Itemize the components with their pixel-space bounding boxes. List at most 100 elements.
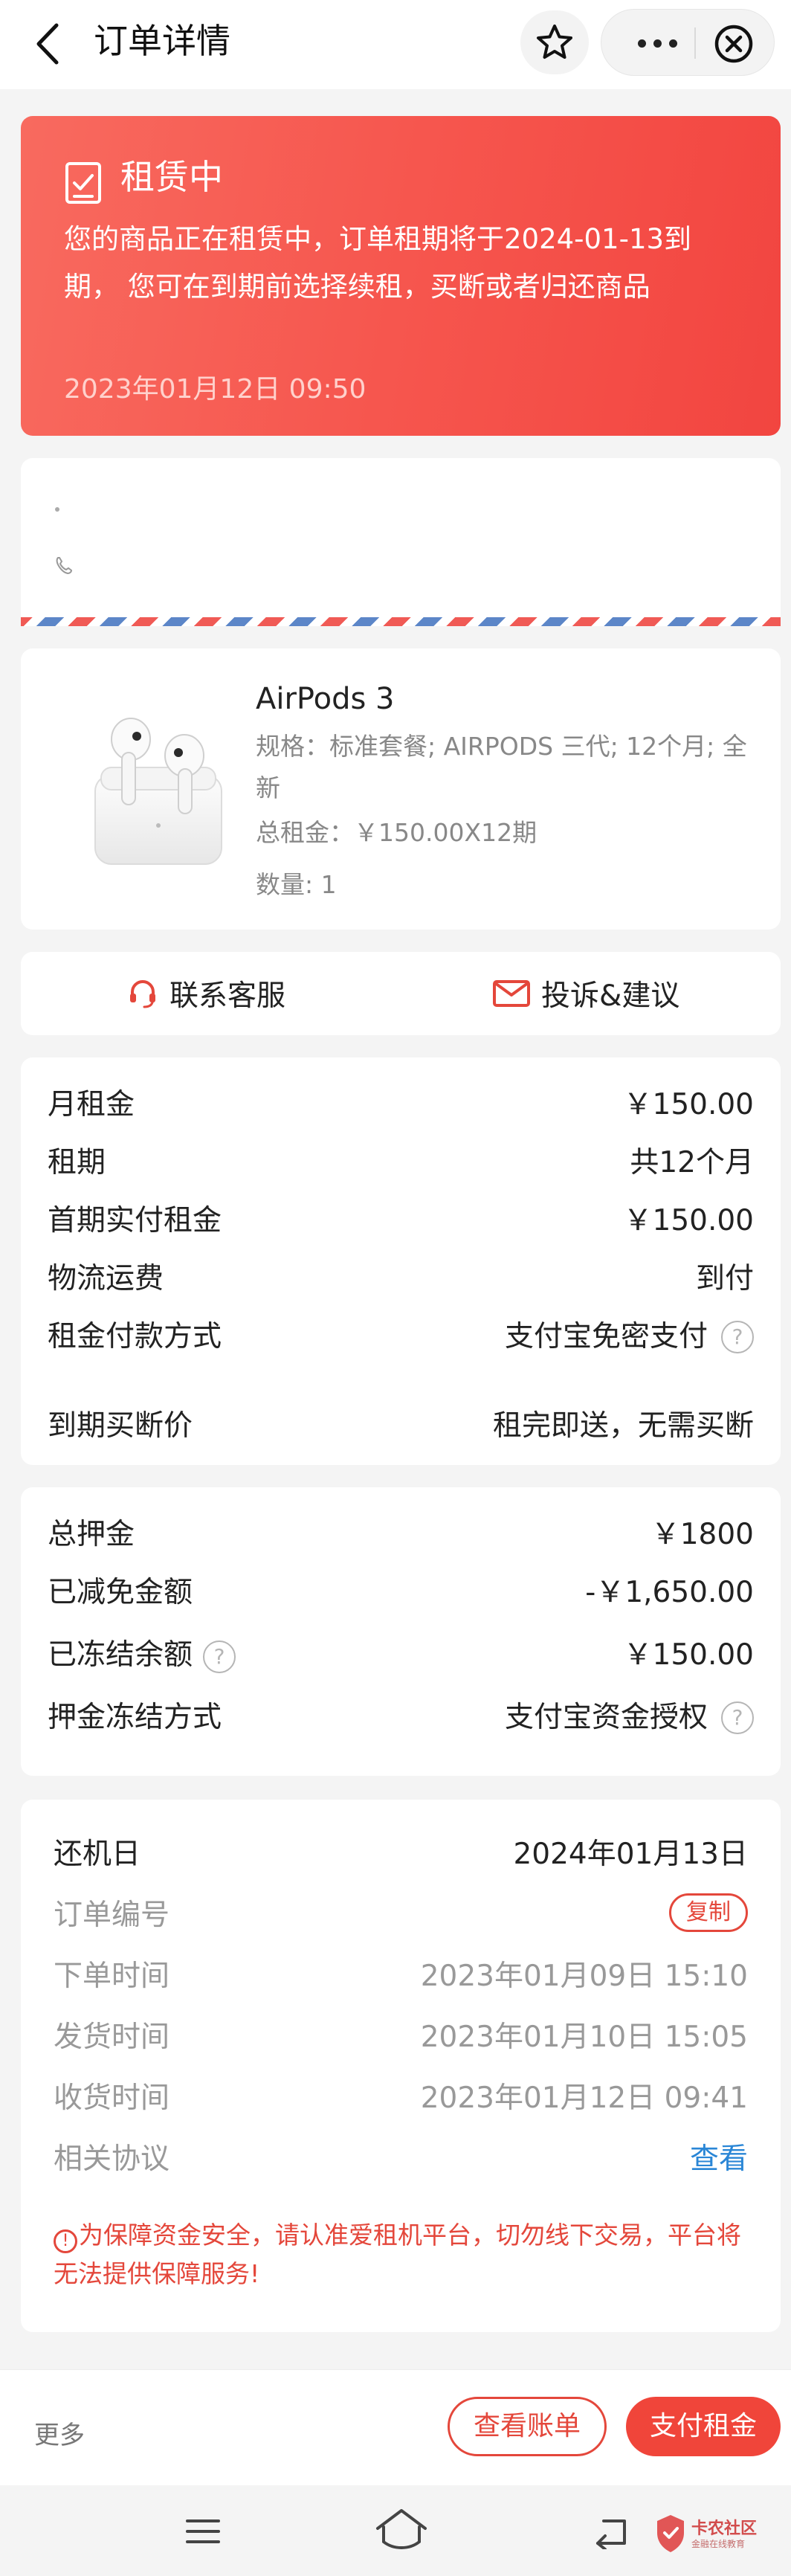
order-row-ship-time: 发货时间 2023年01月10日 15:05 xyxy=(54,2015,748,2060)
close-button[interactable] xyxy=(713,23,755,65)
order-row-agreement: 相关协议 查看 xyxy=(54,2137,748,2182)
row-value-with-help: 支付宝免密支付 ? xyxy=(505,1315,754,1359)
rent-row-monthly: 月租金 ￥150.00 xyxy=(48,1083,754,1127)
warning-text: 为保障资金安全，请认准爱租机平台，切勿线下交易，平台将无法提供保障服务! xyxy=(54,2221,741,2288)
rent-row-first-payment: 首期实付租金 ￥150.00 xyxy=(48,1199,754,1243)
clipboard-check-icon xyxy=(65,162,101,204)
question-icon[interactable]: ? xyxy=(721,1321,754,1353)
status-timestamp: 2023年01月12日 09:50 xyxy=(64,374,367,405)
row-value: 2024年01月13日 xyxy=(513,1838,748,1871)
safety-warning: ! 为保障资金安全，请认准爱租机平台，切勿线下交易，平台将无法提供保障服务! xyxy=(54,2216,760,2293)
deposit-row-freeze-method: 押金冻结方式 支付宝资金授权 ? xyxy=(48,1696,754,1740)
row-label: 到期买断价 xyxy=(48,1409,193,1443)
row-label-with-help: 已冻结余额? xyxy=(48,1633,236,1678)
rent-row-buyout: 到期买断价 租完即送，无需买断 xyxy=(48,1404,754,1449)
system-navigation-bar: 卡农社区 金融在线教育 xyxy=(0,2485,791,2576)
row-value: 到付 xyxy=(695,1262,754,1295)
copy-button[interactable]: 复制 xyxy=(669,1893,748,1932)
row-value: 2023年01月12日 09:41 xyxy=(420,2081,748,2115)
home-icon[interactable] xyxy=(373,2506,430,2552)
airpods-product-image xyxy=(94,718,222,865)
menu-icon[interactable] xyxy=(184,2517,222,2546)
row-label: 已减免金额 xyxy=(48,1576,193,1609)
favorite-button[interactable] xyxy=(520,10,589,74)
more-dots-icon xyxy=(637,39,677,48)
rent-row-term: 租期 共12个月 xyxy=(48,1141,754,1185)
view-agreement-link[interactable]: 查看 xyxy=(690,2137,748,2182)
row-value: 2023年01月10日 15:05 xyxy=(420,2020,748,2054)
more-link[interactable]: 更多 xyxy=(34,2415,85,2451)
star-icon xyxy=(537,25,572,59)
rental-status-card: 租赁中 您的商品正在租赁中，订单租期将于2024-01-13到期， 您可在到期前… xyxy=(21,116,781,436)
chevron-left-icon xyxy=(36,23,59,65)
row-label: 发货时间 xyxy=(54,2020,170,2054)
more-options-button[interactable] xyxy=(627,29,688,57)
rent-row-payment-method: 租金付款方式 支付宝免密支付 ? xyxy=(48,1315,754,1359)
row-label: 总押金 xyxy=(48,1518,135,1551)
question-icon[interactable]: ? xyxy=(721,1701,754,1734)
row-label: 首期实付租金 xyxy=(48,1204,222,1237)
watermark-shield-icon xyxy=(657,2515,684,2552)
shipping-address-card[interactable] xyxy=(21,458,781,626)
pay-rent-button[interactable]: 支付租金 xyxy=(626,2397,781,2456)
row-value: 支付宝资金授权 xyxy=(504,1701,708,1734)
question-icon[interactable]: ? xyxy=(203,1640,236,1673)
order-row-number: 订单编号 复制 xyxy=(54,1893,748,1938)
contact-service-label: 联系客服 xyxy=(170,979,286,1013)
row-label: 租金付款方式 xyxy=(48,1320,222,1353)
watermark-title: 卡农社区 xyxy=(691,2519,758,2538)
contact-service-button[interactable]: 联系客服 xyxy=(126,952,285,1035)
row-value: -￥1,650.00 xyxy=(585,1576,754,1609)
row-label: 租期 xyxy=(48,1146,106,1179)
deposit-details-card: 总押金 ￥1800 已减免金额 -￥1,650.00 已冻结余额? ￥150.0… xyxy=(21,1487,781,1776)
row-label: 押金冻结方式 xyxy=(48,1701,222,1734)
row-value: 租完即送，无需买断 xyxy=(492,1409,754,1443)
headset-icon xyxy=(130,980,155,1008)
row-value: 共12个月 xyxy=(630,1146,754,1179)
page-title: 订单详情 xyxy=(94,21,230,61)
row-value: ￥150.00 xyxy=(623,1638,754,1672)
order-row-receive-time: 收货时间 2023年01月12日 09:41 xyxy=(54,2076,748,2121)
close-circle-icon xyxy=(714,25,753,63)
order-row-order-time: 下单时间 2023年01月09日 15:10 xyxy=(54,1954,748,1999)
back-button[interactable] xyxy=(27,18,71,70)
watermark-subtitle: 金融在线教育 xyxy=(691,2539,746,2549)
row-value-with-help: 支付宝资金授权 ? xyxy=(505,1696,754,1740)
view-bill-button[interactable]: 查看账单 xyxy=(448,2397,607,2456)
rent-details-card: 月租金 ￥150.00 租期 共12个月 首期实付租金 ￥150.00 物流运费… xyxy=(21,1057,781,1465)
watermark-logo: 卡农社区 金融在线教育 xyxy=(654,2512,766,2557)
product-quantity: 数量: 1 xyxy=(256,870,337,899)
product-card[interactable]: AirPods 3 规格：标准套餐; AIRPODS 三代; 12个月; 全新 … xyxy=(21,648,781,930)
order-row-return-date: 还机日 2024年01月13日 xyxy=(54,1832,748,1877)
order-info-card: 还机日 2024年01月13日 订单编号 复制 下单时间 2023年01月09日… xyxy=(21,1800,781,2332)
deposit-row-waived: 已减免金额 -￥1,650.00 xyxy=(48,1571,754,1615)
product-name: AirPods 3 xyxy=(256,682,395,716)
top-navigation-bar: 订单详情 xyxy=(0,0,791,89)
row-label: 还机日 xyxy=(54,1838,141,1871)
complaint-suggestion-button[interactable]: 投诉&建议 xyxy=(492,952,679,1035)
status-description: 您的商品正在租赁中，订单租期将于2024-01-13到期， 您可在到期前选择续租… xyxy=(64,223,692,303)
back-nav-icon[interactable] xyxy=(592,2512,632,2549)
product-total-rent: 总租金：￥150.00X12期 xyxy=(256,818,537,847)
mail-icon xyxy=(493,980,530,1007)
airmail-border-decoration xyxy=(21,617,781,626)
row-value: 支付宝免密支付 xyxy=(504,1320,708,1353)
row-label: 月租金 xyxy=(48,1088,135,1121)
capsule-divider xyxy=(694,28,696,59)
deposit-row-frozen: 已冻结余额? ￥150.00 xyxy=(48,1633,754,1678)
bottom-action-bar: 更多 查看账单 支付租金 xyxy=(0,2369,791,2485)
row-value: 2023年01月09日 15:10 xyxy=(420,1960,748,1993)
status-title: 租赁中 xyxy=(120,157,223,197)
deposit-row-total: 总押金 ￥1800 xyxy=(48,1513,754,1557)
row-label: 已冻结余额 xyxy=(48,1638,193,1672)
row-value: ￥150.00 xyxy=(623,1088,754,1121)
row-value: ￥150.00 xyxy=(623,1204,754,1237)
row-label: 物流运费 xyxy=(48,1262,164,1295)
row-label: 下单时间 xyxy=(54,1960,170,1993)
complaint-suggestion-label: 投诉&建议 xyxy=(541,979,680,1013)
row-value: ￥1800 xyxy=(650,1518,754,1551)
contact-actions-card: 联系客服 投诉&建议 xyxy=(21,952,781,1035)
row-value: 复制 xyxy=(669,1893,748,1932)
exclamation-icon: ! xyxy=(54,2229,77,2253)
mini-program-capsule xyxy=(601,9,775,76)
